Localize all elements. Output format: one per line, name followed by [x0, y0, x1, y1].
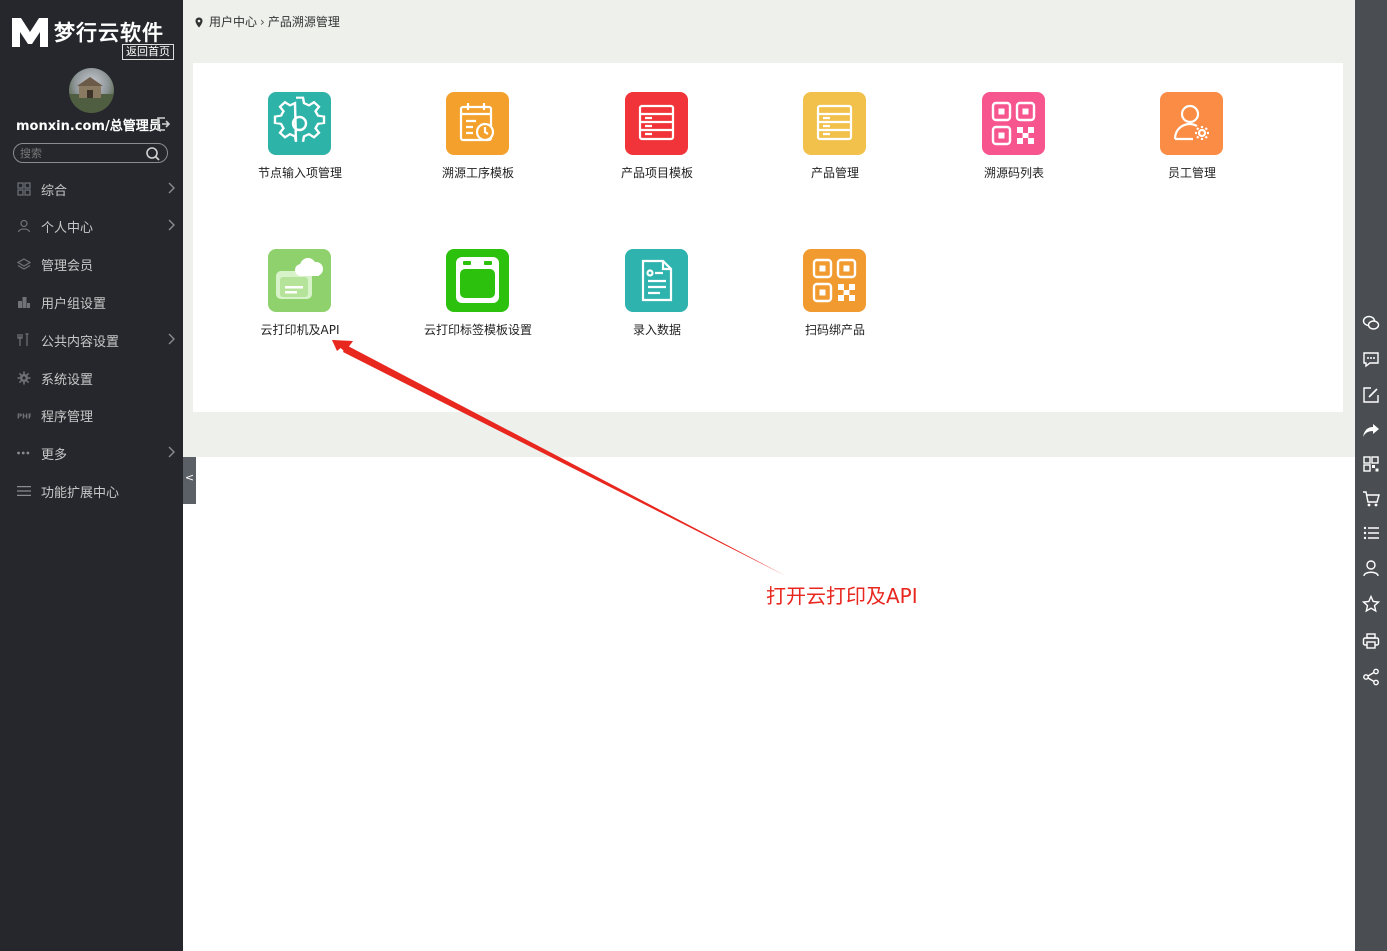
edit-icon[interactable] [1362, 386, 1380, 404]
share-arrow-icon[interactable] [1362, 421, 1380, 439]
user-icon[interactable] [1362, 559, 1380, 577]
list-icon[interactable] [1362, 524, 1380, 542]
annotation-text: 打开云打印及API [766, 584, 918, 608]
message-icon[interactable] [1362, 350, 1380, 368]
wechat-icon[interactable] [1362, 314, 1380, 332]
share-icon[interactable] [1362, 668, 1380, 686]
star-icon[interactable] [1362, 595, 1380, 613]
right-toolbar [1355, 0, 1387, 951]
cart-icon[interactable] [1362, 490, 1380, 508]
annotation-arrow [332, 340, 786, 576]
qrcode-icon[interactable] [1362, 455, 1380, 473]
print-icon[interactable] [1362, 632, 1380, 650]
